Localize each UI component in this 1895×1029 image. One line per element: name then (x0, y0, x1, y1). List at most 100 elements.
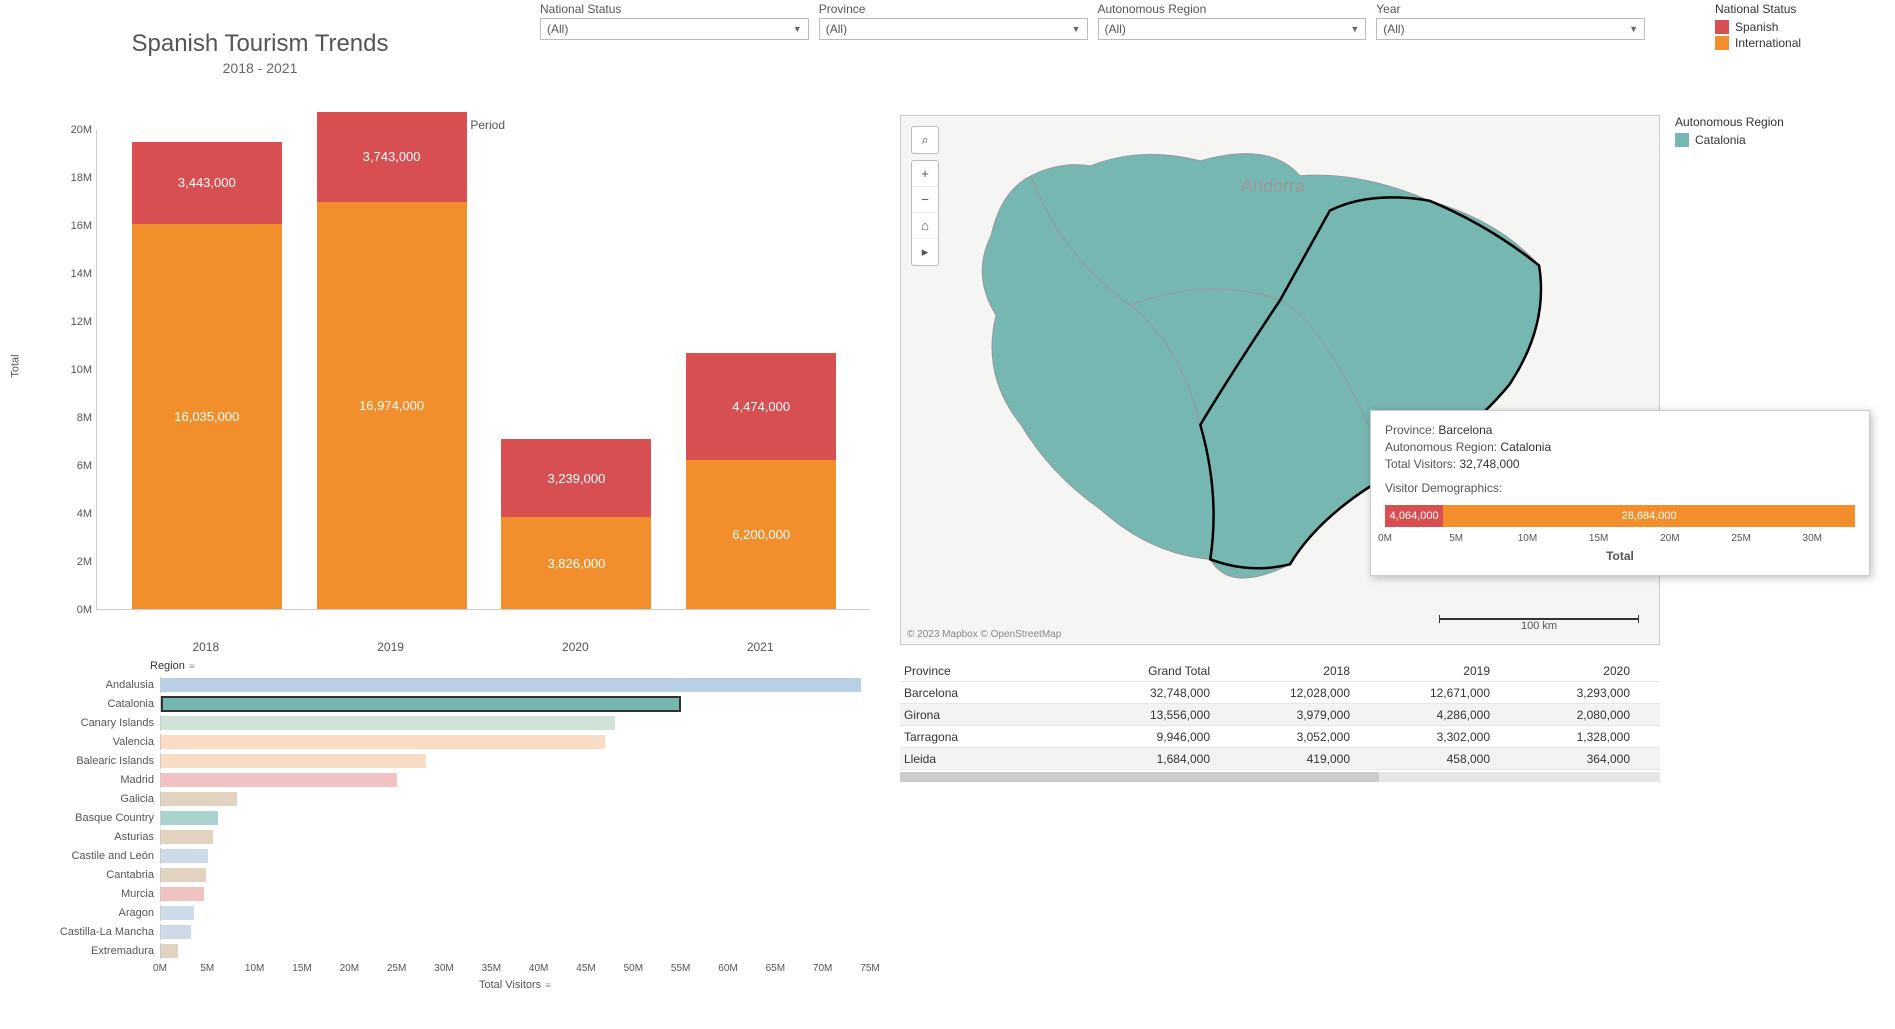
td-number: 3,979,000 (1240, 708, 1380, 722)
th-grand-total[interactable]: Grand Total (1100, 664, 1240, 678)
region-label: Valencia (20, 736, 160, 748)
map-tooltip: Province: Barcelona Autonomous Region: C… (1370, 410, 1870, 576)
title-main: Spanish Tourism Trends (60, 30, 460, 58)
filter-label: Province (819, 2, 1088, 16)
table-row[interactable]: Lleida1,684,000419,000458,000364,000 (900, 748, 1660, 770)
td-number: 2,080,000 (1520, 708, 1660, 722)
td-number: 9,946,000 (1100, 730, 1240, 744)
region-row-basque-country[interactable]: Basque Country (20, 809, 870, 827)
legend-title: Autonomous Region (1675, 115, 1875, 129)
dashboard-title: Spanish Tourism Trends 2018 - 2021 (60, 30, 460, 76)
table-horizontal-scrollbar[interactable] (900, 772, 1660, 782)
filter-label: Year (1376, 2, 1645, 16)
legend-title: National Status (1715, 2, 1875, 16)
play-icon: ▸ (922, 244, 929, 260)
y-axis-label: Total (10, 354, 22, 377)
td-number: 12,671,000 (1380, 686, 1520, 700)
td-province: Lleida (900, 752, 1100, 766)
legend-label: International (1735, 36, 1801, 50)
td-number: 1,328,000 (1520, 730, 1660, 744)
region-label: Castile and León (20, 850, 160, 862)
region-row-asturias[interactable]: Asturias (20, 828, 870, 846)
table-row[interactable]: Barcelona32,748,00012,028,00012,671,0003… (900, 682, 1660, 704)
td-number: 13,556,000 (1100, 708, 1240, 722)
bar-2020[interactable]: 3,239,0003,826,000 (501, 439, 651, 609)
tooltip-axis: 0M5M10M15M20M25M30MTotal (1385, 533, 1855, 563)
legend-swatch-orange (1715, 36, 1729, 50)
region-row-extremadura[interactable]: Extremadura (20, 942, 870, 960)
region-label: Madrid (20, 774, 160, 786)
legend-item-international[interactable]: International (1715, 36, 1875, 50)
region-row-catalonia[interactable]: Catalonia (20, 695, 870, 713)
td-number: 3,302,000 (1380, 730, 1520, 744)
scroll-thumb[interactable] (900, 772, 1379, 782)
stacked-bar-chart[interactable]: Period Total 0M2M4M6M8M10M12M14M16M18M20… (40, 130, 870, 650)
minus-icon: − (921, 192, 929, 207)
region-label: Castilla-La Mancha (20, 926, 160, 938)
region-row-balearic-islands[interactable]: Balearic Islands (20, 752, 870, 770)
legend-item-catalonia[interactable]: Catalonia (1675, 133, 1875, 147)
th-2020[interactable]: 2020 (1520, 664, 1660, 678)
region-row-aragon[interactable]: Aragon (20, 904, 870, 922)
region-axis-label: Region (150, 660, 870, 672)
map-scale-label: 100 km (1521, 620, 1557, 632)
filter-select-province[interactable]: (All) (819, 18, 1088, 40)
map-legend: Autonomous Region Catalonia (1675, 115, 1875, 149)
table-header-row: Province Grand Total 2018 2019 2020 (900, 660, 1660, 682)
tt-bar-spanish: 4,064,000 (1385, 505, 1443, 527)
region-label: Canary Islands (20, 717, 160, 729)
region-label: Extremadura (20, 945, 160, 957)
tt-label: Province: (1385, 423, 1435, 437)
td-number: 1,684,000 (1100, 752, 1240, 766)
region-label: Asturias (20, 831, 160, 843)
tt-value: Catalonia (1500, 440, 1551, 454)
legend-swatch-red (1715, 20, 1729, 34)
map-zoom-out-button[interactable]: − (912, 187, 938, 213)
filter-select-national-status[interactable]: (All) (540, 18, 809, 40)
table-row[interactable]: Girona13,556,0003,979,0004,286,0002,080,… (900, 704, 1660, 726)
td-province: Girona (900, 708, 1100, 722)
region-bar-chart[interactable]: Region Andalusia Catalonia Canary Islands V… (20, 660, 870, 1010)
province-table[interactable]: Province Grand Total 2018 2019 2020 Barc… (900, 660, 1660, 782)
filter-province: Province (All) (819, 2, 1088, 40)
filter-national-status: National Status (All) (540, 2, 809, 40)
bar-2019[interactable]: 3,743,00016,974,000 (317, 112, 467, 609)
map-label-andorra: Andorra (1241, 176, 1305, 197)
region-label: Catalonia (20, 698, 160, 710)
td-province: Tarragona (900, 730, 1100, 744)
table-row[interactable]: Tarragona9,946,0003,052,0003,302,0001,32… (900, 726, 1660, 748)
region-label: Cantabria (20, 869, 160, 881)
filter-select-year[interactable]: (All) (1376, 18, 1645, 40)
th-2019[interactable]: 2019 (1380, 664, 1520, 678)
map-zoom-in-button[interactable]: + (912, 161, 938, 187)
map-play-button[interactable]: ▸ (912, 239, 938, 265)
region-x-axis: 0M5M10M15M20M25M30M35M40M45M50M55M60M65M… (160, 961, 870, 991)
td-number: 32,748,000 (1100, 686, 1240, 700)
region-row-andalusia[interactable]: Andalusia (20, 676, 870, 694)
bar-2021[interactable]: 4,474,0006,200,000 (686, 353, 836, 609)
region-row-cantabria[interactable]: Cantabria (20, 866, 870, 884)
legend-item-spanish[interactable]: Spanish (1715, 20, 1875, 34)
region-row-murcia[interactable]: Murcia (20, 885, 870, 903)
filter-year: Year (All) (1376, 2, 1645, 40)
th-province[interactable]: Province (900, 664, 1100, 678)
region-row-galicia[interactable]: Galicia (20, 790, 870, 808)
bar-2018[interactable]: 3,443,00016,035,000 (132, 142, 282, 609)
region-label: Murcia (20, 888, 160, 900)
td-number: 458,000 (1380, 752, 1520, 766)
tt-bar-international: 28,684,000 (1443, 505, 1855, 527)
y-axis: 0M2M4M6M8M10M12M14M16M18M20M (56, 130, 96, 610)
filter-select-autonomous-region[interactable]: (All) (1098, 18, 1367, 40)
region-row-canary-islands[interactable]: Canary Islands (20, 714, 870, 732)
legend-swatch-teal (1675, 133, 1689, 147)
map-search-button[interactable]: ⌕ (912, 127, 938, 153)
tt-value: 32,748,000 (1459, 457, 1519, 471)
filter-label: National Status (540, 2, 809, 16)
region-row-madrid[interactable]: Madrid (20, 771, 870, 789)
map-home-button[interactable]: ⌂ (912, 213, 938, 239)
region-row-castilla-la-mancha[interactable]: Castilla-La Mancha (20, 923, 870, 941)
th-2018[interactable]: 2018 (1240, 664, 1380, 678)
region-row-valencia[interactable]: Valencia (20, 733, 870, 751)
region-row-castile-and-león[interactable]: Castile and León (20, 847, 870, 865)
filter-bar: National Status (All) Province (All) Aut… (540, 2, 1645, 40)
